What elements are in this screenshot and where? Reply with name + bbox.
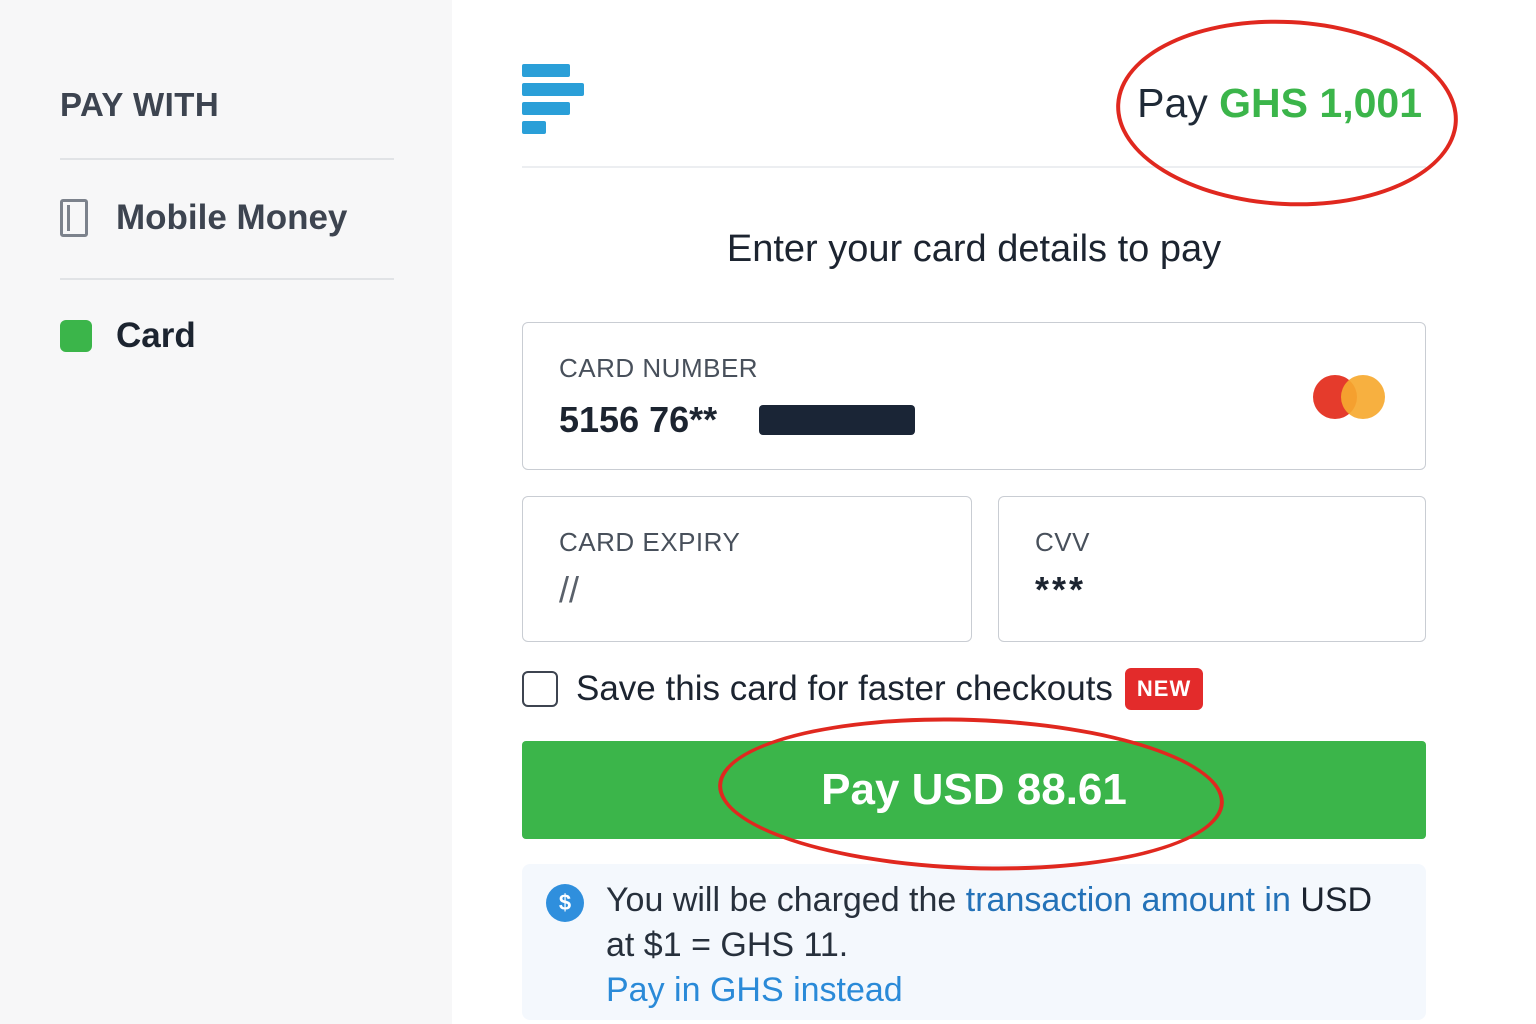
card-number-field[interactable]: CARD NUMBER 5156 76**	[522, 322, 1426, 470]
card-number-label: CARD NUMBER	[559, 353, 759, 383]
sidebar-divider	[60, 278, 394, 280]
phone-icon	[60, 199, 88, 237]
sidebar-item-mobile-money[interactable]: Mobile Money	[60, 198, 347, 238]
info-text-currency: USD	[1300, 881, 1373, 919]
redaction-mark	[759, 405, 915, 435]
dollar-icon: $	[546, 884, 584, 922]
cvv-label: CVV	[1035, 527, 1090, 557]
save-card-row: Save this card for faster checkouts NEW	[522, 668, 1204, 710]
sidebar-item-label: Card	[116, 316, 196, 355]
pay-in-ghs-link[interactable]: Pay in GHS instead	[606, 968, 1406, 1013]
info-text-part: You will be charged the	[606, 881, 966, 919]
cvv-field[interactable]: CVV ***	[998, 496, 1426, 642]
mastercard-icon	[1313, 375, 1385, 419]
card-number-value[interactable]: 5156 76**	[559, 399, 717, 441]
header-pay-prefix: Pay	[1137, 80, 1208, 126]
header-pay-amount: GHS 1,001	[1219, 80, 1422, 126]
payment-method-sidebar: PAY WITH Mobile Money Card	[0, 0, 452, 1024]
sidebar-item-card[interactable]: Card	[60, 316, 196, 356]
currency-info-text: You will be charged the transaction amou…	[606, 878, 1406, 1013]
page-instruction: Enter your card details to pay	[726, 228, 1222, 270]
cvv-value[interactable]: ***	[1035, 569, 1086, 611]
card-expiry-field[interactable]: CARD EXPIRY //	[522, 496, 972, 642]
card-expiry-label: CARD EXPIRY	[559, 527, 741, 557]
pay-with-heading: PAY WITH	[60, 86, 220, 123]
currency-info-box: $ You will be charged the transaction am…	[522, 864, 1426, 1020]
new-badge: NEW	[1124, 668, 1204, 710]
header-divider	[522, 166, 1426, 168]
pay-button[interactable]: Pay USD 88.61	[522, 741, 1426, 839]
brand-logo	[522, 64, 584, 134]
header-amount: Pay GHS 1,001	[1137, 80, 1422, 127]
sidebar-item-label: Mobile Money	[116, 198, 348, 237]
checkout-page: PAY WITH Mobile Money Card Pay GHS 1,001…	[0, 0, 1536, 1024]
save-card-label[interactable]: Save this card for faster checkouts	[576, 669, 1113, 709]
info-text-part: transaction amount in	[965, 881, 1301, 919]
card-indicator-icon	[60, 320, 92, 352]
info-text-rate: at $1 = GHS 11.	[606, 926, 849, 964]
sidebar-divider	[60, 158, 394, 160]
card-expiry-value[interactable]: //	[559, 569, 579, 611]
save-card-checkbox[interactable]	[522, 671, 558, 707]
